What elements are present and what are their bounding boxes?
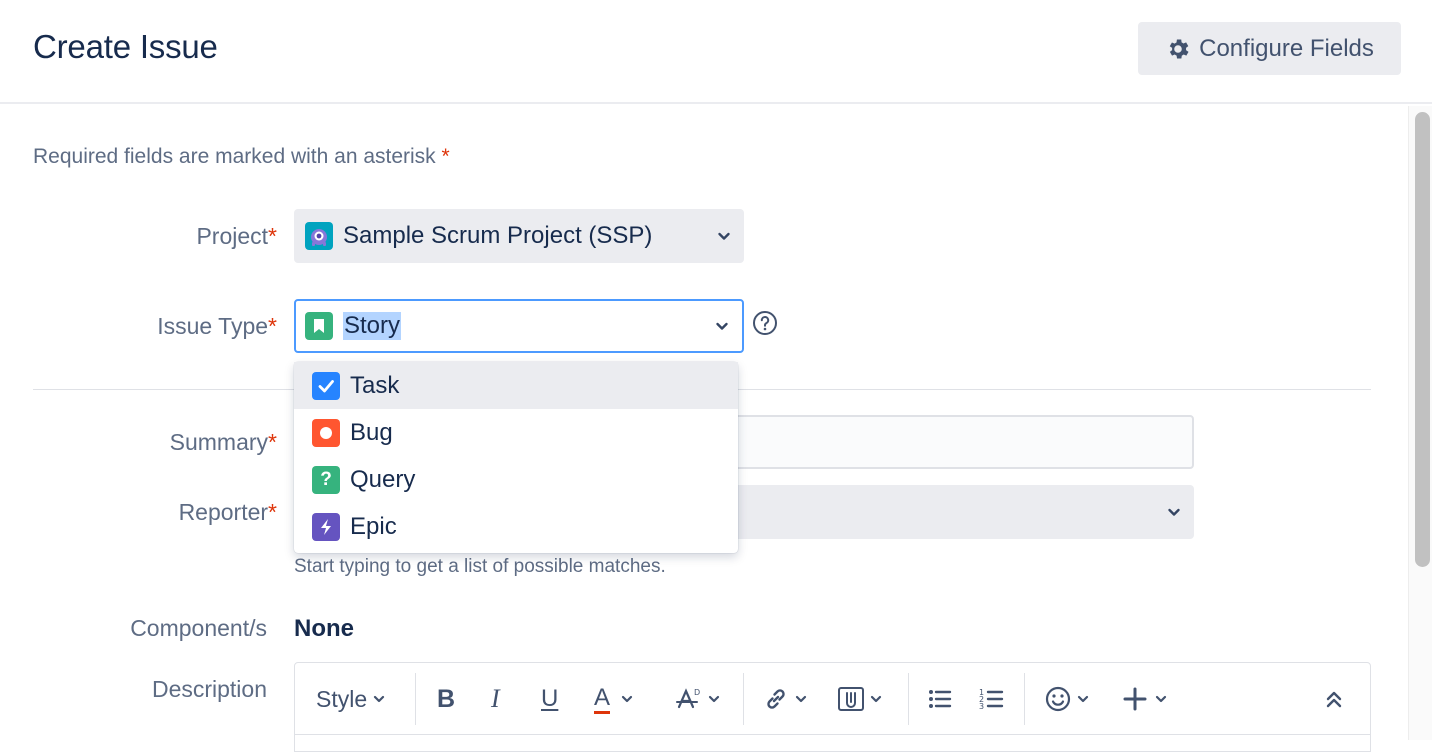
toolbar-separator — [743, 673, 744, 725]
plus-icon — [1123, 687, 1147, 711]
issue-type-input[interactable]: Story — [343, 312, 402, 340]
required-asterisk: * — [441, 145, 450, 168]
configure-fields-button[interactable]: Configure Fields — [1138, 22, 1401, 75]
project-avatar-icon — [305, 222, 333, 250]
chevron-down-icon — [1168, 508, 1180, 516]
task-icon — [312, 371, 340, 400]
issue-type-option-query[interactable]: ? Query — [294, 456, 738, 503]
style-dropdown-button[interactable]: Style — [316, 681, 387, 717]
reporter-hint: Start typing to get a list of possible m… — [294, 556, 666, 577]
option-label: Query — [350, 465, 416, 493]
project-label: Project* — [196, 223, 277, 249]
svg-text:3: 3 — [979, 702, 984, 711]
attachment-button[interactable] — [837, 681, 884, 717]
description-editor[interactable]: Style B I U A D 1 2 3 — [294, 662, 1371, 752]
epic-icon — [312, 512, 340, 541]
collapse-toolbar-button[interactable] — [1323, 681, 1345, 717]
numbered-list-button[interactable]: 1 2 3 — [979, 681, 1005, 717]
insert-more-button[interactable] — [1122, 681, 1169, 717]
bold-button[interactable]: B — [437, 681, 455, 717]
italic-icon: I — [491, 684, 500, 713]
chevron-down-icon — [708, 695, 720, 703]
components-label: Component/s — [130, 615, 267, 641]
dialog-header: Create Issue Configure Fields — [0, 0, 1432, 104]
numbered-list-icon: 1 2 3 — [979, 688, 1004, 711]
toolbar-separator — [1024, 673, 1025, 725]
bullet-list-icon — [929, 690, 952, 708]
toolbar-separator — [908, 673, 909, 725]
option-label: Bug — [350, 418, 393, 446]
attachment-icon — [838, 687, 864, 711]
dialog-title: Create Issue — [33, 28, 218, 65]
reporter-label: Reporter* — [178, 499, 277, 525]
project-select[interactable]: Sample Scrum Project (SSP) — [294, 209, 744, 263]
chevron-down-icon — [1155, 695, 1167, 703]
option-label: Task — [350, 371, 400, 399]
editor-toolbar: Style B I U A D 1 2 3 — [295, 663, 1370, 735]
italic-button[interactable]: I — [491, 681, 500, 717]
emoji-icon — [1045, 686, 1071, 712]
chevron-down-icon — [870, 695, 882, 703]
issue-type-option-epic[interactable]: Epic — [294, 503, 738, 550]
more-formatting-button[interactable]: D — [675, 681, 722, 717]
issue-type-select[interactable]: Story — [294, 299, 744, 353]
chevron-down-icon — [795, 695, 807, 703]
link-icon — [767, 689, 785, 709]
text-color-icon: A — [594, 684, 611, 714]
help-icon[interactable] — [752, 310, 778, 336]
scrollbar-thumb[interactable] — [1415, 112, 1430, 567]
issue-type-dropdown: Task Bug ? Query Epic — [294, 362, 738, 553]
chevron-down-icon — [374, 695, 385, 703]
underline-button[interactable]: U — [541, 681, 558, 717]
description-label: Description — [151, 676, 267, 702]
chevron-down-icon — [1077, 695, 1089, 703]
configure-fields-label: Configure Fields — [1199, 34, 1374, 62]
gear-icon — [1169, 38, 1189, 59]
issue-type-option-bug[interactable]: Bug — [294, 409, 738, 456]
option-label: Epic — [350, 512, 397, 540]
chevron-down-icon — [716, 322, 728, 330]
text-color-button[interactable]: A — [594, 681, 635, 717]
chevron-down-icon — [621, 695, 633, 703]
bug-icon — [312, 418, 340, 447]
bold-icon: B — [437, 684, 456, 713]
story-icon — [305, 312, 333, 340]
svg-text:D: D — [694, 688, 700, 697]
link-button[interactable] — [762, 681, 809, 717]
bullet-list-button[interactable] — [927, 681, 953, 717]
issue-type-label: Issue Type* — [157, 313, 277, 339]
underline-icon: U — [541, 685, 559, 712]
query-icon: ? — [312, 465, 340, 494]
toolbar-separator — [415, 673, 416, 725]
chevron-down-icon — [718, 232, 730, 240]
double-chevron-up-icon — [1326, 691, 1342, 708]
project-select-value: Sample Scrum Project (SSP) — [343, 222, 653, 249]
required-fields-note: Required fields are marked with an aster… — [33, 145, 450, 168]
components-value[interactable]: None — [294, 615, 354, 643]
summary-label: Summary* — [169, 429, 277, 455]
emoji-button[interactable] — [1044, 681, 1091, 717]
issue-type-option-task[interactable]: Task — [294, 362, 738, 409]
more-formatting-icon: D — [676, 688, 700, 709]
